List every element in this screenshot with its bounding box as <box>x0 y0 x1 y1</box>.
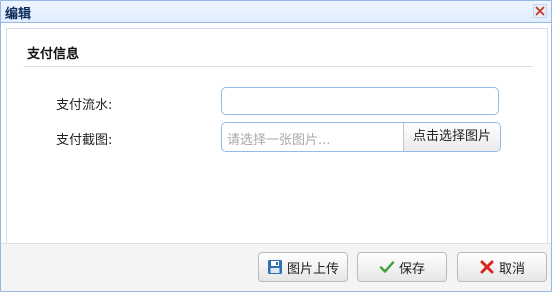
dialog-content: 支付信息 支付流水: 支付截图: 请选择一张图片... 点击选择图片 <box>6 28 548 244</box>
cancel-button[interactable]: 取消 <box>457 252 547 282</box>
save-button[interactable]: 保存 <box>357 252 447 282</box>
section-title: 支付信息 <box>27 47 80 62</box>
upload-button-label: 图片上传 <box>286 261 339 277</box>
section-divider <box>23 66 533 67</box>
screenshot-file-field[interactable]: 请选择一张图片... 点击选择图片 <box>221 122 501 152</box>
choose-image-button[interactable]: 点击选择图片 <box>403 123 500 151</box>
cancel-button-label: 取消 <box>498 261 525 277</box>
x-icon <box>479 259 495 275</box>
dialog-footer: 图片上传 保存 取消 <box>1 243 551 291</box>
serial-input[interactable] <box>221 87 499 115</box>
screenshot-placeholder: 请选择一张图片... <box>227 133 331 148</box>
upload-image-button[interactable]: 图片上传 <box>258 252 348 282</box>
screenshot-label: 支付截图: <box>56 133 113 148</box>
serial-label: 支付流水: <box>56 98 113 113</box>
close-icon <box>535 6 545 16</box>
close-button[interactable] <box>533 4 547 18</box>
dialog-title: 编辑 <box>5 7 32 22</box>
checkmark-icon <box>379 259 395 275</box>
save-button-label: 保存 <box>398 261 425 277</box>
dialog-titlebar: 编辑 <box>1 1 551 23</box>
floppy-disk-icon <box>267 259 283 275</box>
edit-dialog: 编辑 支付信息 支付流水: 支付截图: 请选择一张图片... 点击选择图片 图片… <box>0 0 552 292</box>
